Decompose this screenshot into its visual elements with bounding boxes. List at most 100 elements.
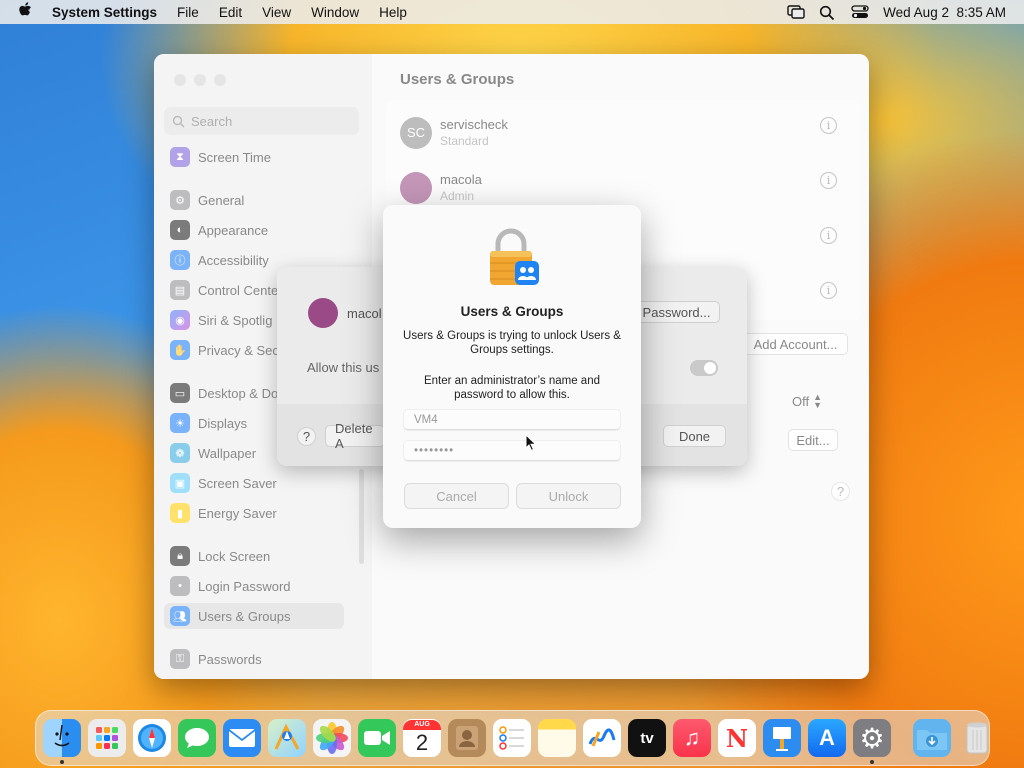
sidebar-item-general[interactable]: ⚙ General (164, 187, 344, 213)
dock-downloads-folder-icon[interactable] (913, 719, 951, 757)
dock-app-store-icon[interactable]: A (808, 719, 846, 757)
avatar: SC (400, 116, 432, 149)
info-icon[interactable]: i (820, 282, 837, 299)
sidebar-item-screen-time[interactable]: ⧗ Screen Time (164, 144, 344, 170)
sidebar-item-screen-saver[interactable]: ▣ Screen Saver (164, 470, 344, 496)
key-icon: ⚿ (170, 649, 190, 669)
running-indicator (870, 760, 874, 764)
lock-users-icon (487, 227, 541, 287)
hand-icon: ✋ (170, 340, 190, 360)
sidebar-item-label: Privacy & Sec (198, 342, 279, 358)
spotlight-search-icon[interactable] (819, 5, 837, 21)
dock-apple-tv-icon[interactable]: tv (628, 719, 666, 757)
desktop-icon: ▭ (170, 383, 190, 403)
dialog-message: Users & Groups is trying to unlock Users… (403, 330, 621, 356)
dock-calendar-icon[interactable]: AUG 2 (403, 719, 441, 757)
sidebar-item-appearance[interactable]: ◐ Appearance (164, 217, 344, 243)
edit-button[interactable]: Edit... (788, 429, 838, 451)
apple-menu-icon[interactable] (0, 1, 42, 23)
menu-clock[interactable]: Wed Aug 2 8:35 AM (883, 5, 1006, 20)
user-name: servischeck (440, 116, 508, 132)
user-row-servischeck[interactable]: SC servischeck Standard (390, 105, 869, 160)
control-center-icon[interactable] (851, 5, 869, 19)
dock-news-icon[interactable]: N (718, 719, 756, 757)
dock-music-icon[interactable]: ♫ (673, 719, 711, 757)
delete-account-button[interactable]: Delete A (325, 421, 385, 451)
menu-edit[interactable]: Edit (209, 5, 252, 20)
sheet-user-name: macol (347, 306, 382, 321)
sidebar-item-login-password[interactable]: • Login Password (164, 573, 344, 599)
info-icon[interactable]: i (820, 117, 837, 134)
news-label: N (726, 723, 748, 753)
dock-launchpad-icon[interactable] (88, 719, 126, 757)
dock-safari-icon[interactable] (133, 719, 171, 757)
sheet-allow-label: Allow this us (307, 360, 380, 375)
minimize-window-button[interactable] (194, 74, 206, 86)
dock-reminders-icon[interactable] (493, 719, 531, 757)
calendar-month: AUG (403, 720, 441, 730)
username-field[interactable] (404, 410, 620, 430)
sidebar-item-label: General (198, 192, 245, 208)
menu-help[interactable]: Help (369, 5, 417, 20)
dock-facetime-icon[interactable] (358, 719, 396, 757)
zoom-window-button[interactable] (214, 74, 226, 86)
sheet-help-button[interactable]: ? (298, 428, 315, 445)
sidebar-item-lock-screen[interactable]: 🔒︎ Lock Screen (164, 543, 344, 569)
cancel-button[interactable]: Cancel (404, 483, 509, 509)
sidebar-item-energy-saver[interactable]: ▮ Energy Saver (164, 500, 344, 526)
displays-icon: ☀ (170, 413, 190, 433)
sidebar-item-label: Appearance (198, 222, 269, 238)
done-button[interactable]: Done (663, 425, 726, 447)
menu-file[interactable]: File (167, 5, 209, 20)
menu-bar: System Settings File Edit View Window He… (0, 0, 1024, 24)
sidebar-item-label: Lock Screen (198, 548, 271, 564)
dock-messages-icon[interactable] (178, 719, 216, 757)
dock-finder-icon[interactable] (43, 719, 81, 764)
dialog-prompt: Enter an administrator’s name and passwo… (423, 375, 600, 401)
sidebar-item-label: Desktop & Do (198, 385, 279, 401)
dock-keynote-icon[interactable] (763, 719, 801, 757)
dock-mail-icon[interactable] (223, 719, 261, 757)
menu-view[interactable]: View (252, 5, 301, 20)
dock-maps-icon[interactable] (268, 719, 306, 757)
sidebar-item-label: Users & Groups (198, 608, 291, 624)
sidebar-item-passwords[interactable]: ⚿ Passwords (164, 646, 344, 672)
sidebar-item-users-groups[interactable]: 👥︎ Users & Groups (164, 603, 344, 629)
search-input[interactable] (191, 113, 341, 129)
menu-window[interactable]: Window (301, 5, 369, 20)
off-select[interactable]: Off ▲ ▼ (792, 393, 822, 410)
info-icon[interactable]: i (820, 227, 837, 244)
dock-system-settings-icon[interactable]: ⚙ (853, 719, 891, 764)
sidebar-scrollbar[interactable] (359, 469, 364, 564)
dock-trash-icon[interactable] (958, 719, 996, 757)
gear-icon: ⚙ (170, 190, 190, 210)
sidebar-item-label: Control Cente (198, 282, 279, 298)
menu-app-name[interactable]: System Settings (42, 5, 167, 20)
help-button[interactable]: ? (832, 483, 849, 500)
allow-admin-toggle[interactable] (690, 360, 718, 376)
dock-notes-icon[interactable] (538, 719, 576, 757)
change-password-button[interactable]: Password... (633, 301, 720, 323)
info-icon[interactable]: i (820, 172, 837, 189)
login-password-icon: • (170, 576, 190, 596)
close-window-button[interactable] (174, 74, 186, 86)
siri-icon: ◉ (170, 310, 190, 330)
dock-contacts-icon[interactable] (448, 719, 486, 757)
sidebar-item-label: Login Password (198, 578, 291, 594)
dock-freeform-icon[interactable] (583, 719, 621, 757)
password-field[interactable] (404, 441, 620, 461)
appearance-icon: ◐ (170, 220, 190, 240)
dock-photos-icon[interactable] (313, 719, 351, 757)
calendar-day: 2 (415, 730, 429, 755)
unlock-button[interactable]: Unlock (516, 483, 621, 509)
search-field[interactable] (164, 107, 359, 135)
sidebar-item-label: Energy Saver (198, 505, 277, 521)
user-name: macola (440, 171, 482, 187)
screen-mirroring-icon[interactable] (787, 5, 805, 19)
add-account-button[interactable]: Add Account... (743, 333, 848, 355)
music-note-icon: ♫ (683, 725, 701, 750)
user-role: Standard (440, 133, 489, 148)
sidebar-item-label: Passwords (198, 651, 262, 667)
dock: AUG 2 tv ♫ N A ⚙ (35, 710, 990, 766)
search-icon (172, 115, 185, 128)
